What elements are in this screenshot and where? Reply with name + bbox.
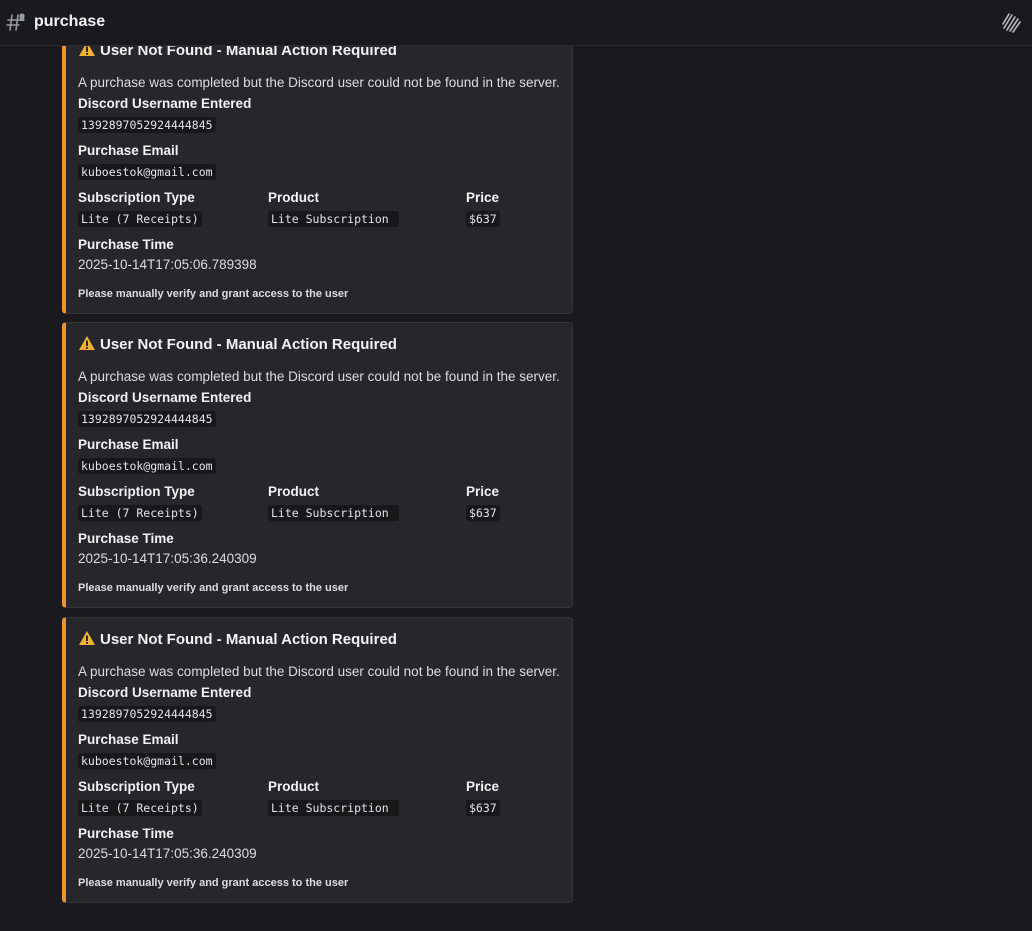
field-username-value: 1392897052924444845 — [78, 411, 216, 427]
field-product-value: Lite Subscription — [268, 800, 399, 816]
field-product-value: Lite Subscription — [268, 211, 399, 227]
field-subtype-label: Subscription Type — [78, 779, 195, 794]
embed-card: User Not Found - Manual Action Required … — [62, 28, 573, 314]
field-username-label: Discord Username Entered — [78, 390, 252, 405]
field-product-value: Lite Subscription — [268, 505, 399, 521]
embed-title-text: User Not Found - Manual Action Required — [100, 631, 397, 648]
embed-description: A purchase was completed but the Discord… — [78, 664, 560, 679]
field-email-label: Purchase Email — [78, 143, 179, 158]
field-subtype-label: Subscription Type — [78, 190, 195, 205]
warning-icon — [79, 631, 95, 645]
field-username-value: 1392897052924444845 — [78, 117, 216, 133]
embed-description: A purchase was completed but the Discord… — [78, 75, 560, 90]
embed-description: A purchase was completed but the Discord… — [78, 369, 560, 384]
embed-title-text: User Not Found - Manual Action Required — [100, 336, 397, 353]
field-subtype-value: Lite (7 Receipts) — [78, 505, 202, 521]
message-feed[interactable]: User Not Found - Manual Action Required … — [0, 0, 1032, 931]
field-email-value: kuboestok@gmail.com — [78, 753, 216, 769]
field-time-label: Purchase Time — [78, 826, 174, 841]
field-time-value: 2025-10-14T17:05:06.789398 — [78, 257, 257, 272]
field-price-label: Price — [466, 484, 500, 499]
threads-icon[interactable] — [1000, 12, 1022, 34]
hash-icon — [6, 13, 25, 31]
field-email-label: Purchase Email — [78, 437, 179, 452]
field-price-label: Price — [466, 779, 500, 794]
embed-footer: Please manually verify and grant access … — [78, 877, 349, 889]
field-price-value: $637 — [466, 505, 500, 521]
embed-footer: Please manually verify and grant access … — [78, 288, 349, 300]
field-subtype-label: Subscription Type — [78, 484, 195, 499]
field-username-label: Discord Username Entered — [78, 96, 252, 111]
embed-title: User Not Found - Manual Action Required — [78, 335, 397, 353]
field-username-label: Discord Username Entered — [78, 685, 252, 700]
field-email-value: kuboestok@gmail.com — [78, 164, 216, 180]
channel-header: purchase — [0, 0, 1032, 46]
field-product-label: Product — [268, 190, 320, 205]
field-time-label: Purchase Time — [78, 237, 174, 252]
field-username-value: 1392897052924444845 — [78, 706, 216, 722]
channel-name: purchase — [34, 13, 106, 30]
field-price-value: $637 — [466, 211, 500, 227]
warning-icon — [79, 336, 95, 350]
field-time-value: 2025-10-14T17:05:36.240309 — [78, 846, 257, 861]
embed-title: User Not Found - Manual Action Required — [78, 630, 397, 648]
field-subtype-value: Lite (7 Receipts) — [78, 211, 202, 227]
field-email-label: Purchase Email — [78, 732, 179, 747]
field-subtype-value: Lite (7 Receipts) — [78, 800, 202, 816]
field-product-label: Product — [268, 484, 320, 499]
field-price-label: Price — [466, 190, 500, 205]
field-time-value: 2025-10-14T17:05:36.240309 — [78, 551, 257, 566]
field-price-value: $637 — [466, 800, 500, 816]
embed-card: User Not Found - Manual Action Required … — [62, 617, 573, 903]
field-time-label: Purchase Time — [78, 531, 174, 546]
embed-card: User Not Found - Manual Action Required … — [62, 322, 573, 608]
field-email-value: kuboestok@gmail.com — [78, 458, 216, 474]
embed-footer: Please manually verify and grant access … — [78, 582, 349, 594]
field-product-label: Product — [268, 779, 320, 794]
